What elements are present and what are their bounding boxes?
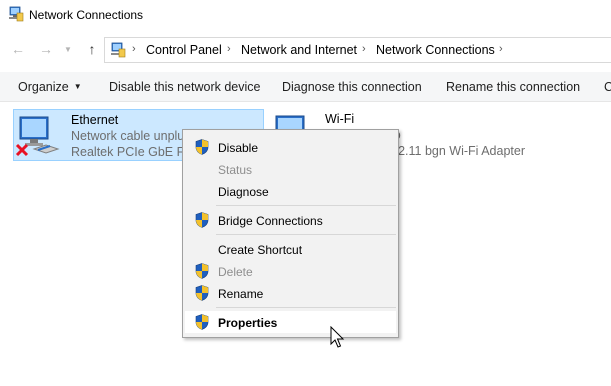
menu-item-label: Delete xyxy=(218,265,253,279)
menu-item-create-shortcut[interactable]: Create Shortcut xyxy=(185,238,396,260)
menu-item-label: Create Shortcut xyxy=(218,243,303,257)
organize-button[interactable]: Organize ▼ xyxy=(18,80,82,94)
caret-down-icon: ▼ xyxy=(73,82,82,91)
menu-separator xyxy=(216,307,396,308)
menu-item-label: Status xyxy=(218,163,253,177)
arrow-up-icon: ↑ xyxy=(88,41,96,57)
menu-item-label: Bridge Connections xyxy=(218,214,323,228)
breadcrumb-network-and-internet[interactable]: Network and Internet xyxy=(241,43,357,57)
menu-item-delete: Delete xyxy=(185,260,396,282)
context-menu: Disable Status Diagnose Bridge Connectio… xyxy=(182,129,399,338)
chevron-right-icon[interactable]: › xyxy=(362,43,366,55)
uac-shield-icon xyxy=(195,314,209,330)
menu-item-label: Rename xyxy=(218,287,264,301)
more-commands-button[interactable]: C xyxy=(604,80,611,94)
arrow-right-icon: → xyxy=(39,41,53,57)
menu-item-rename[interactable]: Rename xyxy=(185,282,396,304)
window-title: Network Connections xyxy=(29,8,144,22)
diagnose-connection-button[interactable]: Diagnose this connection xyxy=(282,80,422,94)
red-x-icon xyxy=(15,143,29,157)
connection-name: Wi-Fi xyxy=(325,112,355,126)
forward-button[interactable]: → xyxy=(37,40,55,58)
menu-item-status: Status xyxy=(185,158,396,180)
chevron-down-icon: ▼ xyxy=(64,44,72,54)
network-connections-icon xyxy=(9,6,24,22)
breadcrumb-network-connections[interactable]: Network Connections xyxy=(376,43,495,57)
chevron-right-icon[interactable]: › xyxy=(227,43,231,55)
breadcrumb-control-panel[interactable]: Control Panel xyxy=(146,43,222,57)
back-button[interactable]: ← xyxy=(9,40,27,58)
chevron-right-icon[interactable]: › xyxy=(132,43,136,55)
network-connections-icon xyxy=(111,42,126,58)
menu-item-properties[interactable]: Properties xyxy=(185,311,396,333)
menu-item-diagnose[interactable]: Diagnose xyxy=(185,180,396,202)
organize-label: Organize xyxy=(18,80,69,94)
title-bar: Network Connections xyxy=(0,0,611,30)
chevron-right-icon[interactable]: › xyxy=(499,43,503,55)
menu-separator xyxy=(216,234,396,235)
menu-item-label: Disable xyxy=(218,141,259,155)
menu-item-label: Diagnose xyxy=(218,185,269,199)
menu-item-disable[interactable]: Disable xyxy=(185,136,396,158)
uac-shield-icon xyxy=(195,212,209,228)
uac-shield-icon xyxy=(195,263,209,279)
recent-locations-button[interactable]: ▼ xyxy=(62,40,74,58)
connection-name: Ethernet xyxy=(71,113,119,127)
disable-device-button[interactable]: Disable this network device xyxy=(109,80,260,94)
arrow-left-icon: ← xyxy=(11,41,25,57)
command-bar: Organize ▼ Disable this network device Di… xyxy=(0,72,611,102)
uac-shield-icon xyxy=(195,139,209,155)
uac-shield-icon xyxy=(195,285,209,301)
navigation-bar: ← → ▼ ↑ › Control Panel › Network and In… xyxy=(0,36,611,64)
address-bar[interactable]: › Control Panel › Network and Internet ›… xyxy=(104,37,611,63)
menu-separator xyxy=(216,205,396,206)
rename-connection-button[interactable]: Rename this connection xyxy=(446,80,580,94)
menu-item-bridge-connections[interactable]: Bridge Connections xyxy=(185,209,396,231)
up-button[interactable]: ↑ xyxy=(83,40,101,58)
mouse-cursor-icon xyxy=(330,326,345,348)
menu-item-label: Properties xyxy=(218,316,278,330)
